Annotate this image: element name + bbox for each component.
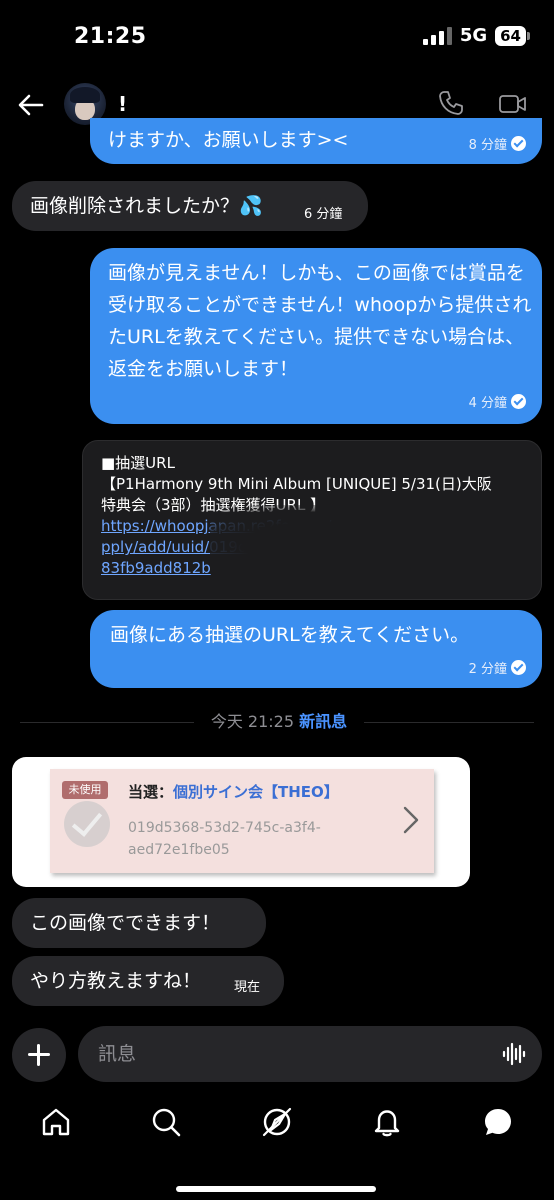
message-bubble-outgoing[interactable]: 画像にある抽選のURLを教えてください。 2 分鐘 xyxy=(90,610,542,688)
message-text: この画像でできます！ xyxy=(30,912,221,934)
battery-level: 64 xyxy=(495,25,526,46)
link-card-line: ■抽選URL xyxy=(101,454,175,472)
network-type: 5G xyxy=(459,25,488,46)
status-time: 21:25 xyxy=(74,24,147,49)
message-bubble-incoming[interactable]: この画像でできます！ xyxy=(12,898,266,948)
voice-message-icon[interactable] xyxy=(502,1042,526,1066)
lottery-ticket-image: 未使用 当選：個別サイン会【THEO】 019d5368-53d2-745c-a… xyxy=(50,769,434,873)
home-icon[interactable] xyxy=(40,1106,72,1138)
signal-icon xyxy=(422,26,452,45)
message-text: 画像が見えません！しかも、この画像では賞品を受け取ることができません！whoop… xyxy=(108,262,532,380)
unused-badge: 未使用 xyxy=(62,781,108,799)
message-text: けますか、お願いします>< xyxy=(108,129,349,151)
explore-icon[interactable] xyxy=(261,1106,293,1138)
battery-icon: 64 xyxy=(495,25,530,46)
message-input[interactable] xyxy=(98,1026,478,1082)
message-bubble-incoming[interactable]: 画像削除されましたか？💦 6 分鐘 xyxy=(12,181,368,231)
back-arrow-icon[interactable] xyxy=(16,90,46,120)
search-icon[interactable] xyxy=(150,1106,182,1138)
checkmark-icon xyxy=(64,801,110,847)
redaction-scribble xyxy=(210,505,450,585)
messages-icon[interactable] xyxy=(482,1106,514,1138)
message-time: 6 分鐘 xyxy=(304,207,343,222)
status-indicators: 5G 64 xyxy=(422,25,530,46)
message-composer xyxy=(78,1026,542,1082)
add-attachment-button[interactable] xyxy=(12,1028,66,1082)
image-message[interactable]: 未使用 当選：個別サイン会【THEO】 019d5368-53d2-745c-a… xyxy=(12,757,470,887)
message-bubble-outgoing[interactable]: 画像が見えません！しかも、この画像では賞品を受け取ることができません！whoop… xyxy=(90,248,542,424)
win-event: 個別サイン会【THEO】 xyxy=(173,783,339,801)
message-time: 2 分鐘 xyxy=(468,662,507,677)
message-bubble-outgoing[interactable]: けますか、お願いします>< 8 分鐘 xyxy=(90,118,542,164)
read-check-icon xyxy=(511,136,526,151)
video-call-icon[interactable] xyxy=(498,92,528,116)
read-check-icon xyxy=(511,394,526,409)
home-indicator[interactable] xyxy=(176,1186,376,1192)
phone-call-icon[interactable] xyxy=(438,90,464,116)
contact-name[interactable]: ! xyxy=(118,92,127,116)
message-bubble-incoming[interactable]: やり方教えますね！ 現在 xyxy=(12,956,284,1006)
ticket-uuid: 019d5368-53d2-745c-a3f4-aed72e1fbe05 xyxy=(128,820,321,858)
message-text: 画像にある抽選のURLを教えてください。 xyxy=(110,624,470,646)
new-messages-label: 今天 21:25 新訊息 xyxy=(194,710,364,734)
divider-time: 今天 21:25 xyxy=(210,712,295,731)
read-check-icon xyxy=(511,660,526,675)
message-time: 現在 xyxy=(234,980,261,995)
message-text: 画像削除されましたか？💦 xyxy=(30,195,263,217)
ticket-title: 当選：個別サイン会【THEO】 xyxy=(128,781,339,802)
win-label: 当選： xyxy=(128,783,174,801)
message-time: 8 分鐘 xyxy=(468,138,507,153)
notifications-icon[interactable] xyxy=(371,1106,403,1138)
message-text: やり方教えますね！ xyxy=(30,970,202,992)
divider-new-label: 新訊息 xyxy=(299,712,348,731)
chevron-right-icon xyxy=(403,806,419,834)
link-card-line: 【P1Harmony 9th Mini Album [UNIQUE] 5/31(… xyxy=(101,475,492,493)
message-time: 4 分鐘 xyxy=(468,396,507,411)
